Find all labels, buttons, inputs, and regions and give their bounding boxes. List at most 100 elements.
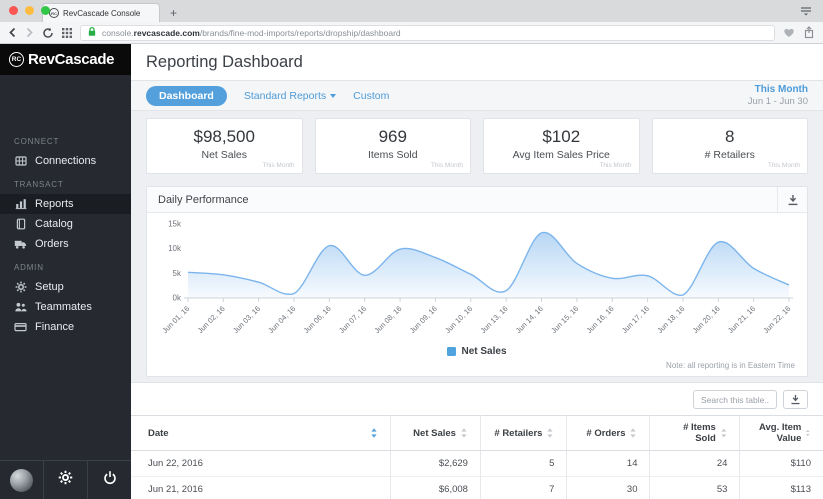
sort-icon[interactable] xyxy=(629,428,637,438)
sidebar-item-setup[interactable]: Setup xyxy=(0,277,131,297)
table-icon xyxy=(14,155,27,167)
svg-text:Jun 08, 16: Jun 08, 16 xyxy=(372,304,403,335)
svg-text:Jun 04, 16: Jun 04, 16 xyxy=(266,304,297,335)
column-header-orders[interactable]: # Orders xyxy=(566,415,651,451)
svg-text:Jun 01, 16: Jun 01, 16 xyxy=(160,304,191,335)
table-controls xyxy=(131,383,823,415)
heart-icon[interactable] xyxy=(783,27,795,38)
sidebar: RC RevCascade CONNECT Connections TRANSA… xyxy=(0,44,131,499)
reload-icon[interactable] xyxy=(42,27,54,39)
table-download-button[interactable] xyxy=(783,390,808,409)
chart-note: Note: all reporting is in Eastern Time xyxy=(666,361,795,370)
cogs-icon xyxy=(14,281,27,293)
share-icon[interactable] xyxy=(803,26,815,39)
bar-chart-icon xyxy=(14,198,27,210)
stat-period: This Month xyxy=(430,162,463,169)
table-row[interactable]: Jun 22, 2016 $2,629 5 14 24 $110 xyxy=(131,450,823,477)
stat-label: Net Sales xyxy=(201,149,248,161)
sidebar-item-connections[interactable]: Connections xyxy=(0,151,131,171)
tab-standard-reports[interactable]: Standard Reports xyxy=(244,90,337,102)
stat-period: This Month xyxy=(262,162,295,169)
favicon-icon: RC xyxy=(49,8,59,18)
period-selector[interactable]: This Month Jun 1 - Jun 30 xyxy=(748,83,808,108)
sidebar-item-reports[interactable]: Reports xyxy=(0,194,131,214)
svg-text:5k: 5k xyxy=(173,269,181,278)
stat-card-items-sold: 969 Items Sold This Month xyxy=(314,118,471,174)
sidebar-item-orders[interactable]: Orders xyxy=(0,234,131,254)
tab-list-icon[interactable] xyxy=(799,5,813,17)
daily-performance-panel: Daily Performance 0k 5k 10k 15k Jun 01, 16 J… xyxy=(146,186,808,377)
period-label: This Month xyxy=(754,83,808,95)
grid-icon[interactable] xyxy=(62,27,72,38)
book-icon xyxy=(14,218,27,230)
table-header-row: Date Net Sales # Retailers # Orders # It… xyxy=(131,415,823,451)
credit-card-icon xyxy=(14,321,27,333)
column-header-avg-item-value[interactable]: Avg. Item Value xyxy=(739,415,823,451)
tab-custom[interactable]: Custom xyxy=(353,90,389,102)
sort-icon[interactable] xyxy=(720,428,728,438)
zoom-window-button[interactable] xyxy=(41,6,50,15)
sidebar-item-teammates[interactable]: Teammates xyxy=(0,297,131,317)
nav-section-label-connect: CONNECT xyxy=(14,137,60,146)
page-header: Reporting Dashboard xyxy=(131,44,823,81)
minimize-window-button[interactable] xyxy=(25,6,34,15)
address-field[interactable]: console.revcascade.com/brands/fine-mod-i… xyxy=(80,24,775,41)
sidebar-item-label: Setup xyxy=(35,281,64,293)
column-header-net-sales[interactable]: Net Sales xyxy=(390,415,481,451)
chart-title: Daily Performance xyxy=(158,193,249,206)
net-sales-area-chart: 0k 5k 10k 15k Jun 01, 16 Jun 02, 16 Jun 03, 1… xyxy=(147,213,807,349)
tab-dashboard[interactable]: Dashboard xyxy=(146,85,227,106)
settings-button[interactable] xyxy=(44,461,88,499)
sort-icon[interactable] xyxy=(460,428,468,438)
search-input[interactable] xyxy=(693,390,777,409)
stat-card-net-sales: $98,500 Net Sales This Month xyxy=(146,118,303,174)
svg-text:Jun 10, 16: Jun 10, 16 xyxy=(443,304,474,335)
svg-text:15k: 15k xyxy=(168,219,181,228)
sidebar-item-label: Orders xyxy=(35,238,69,250)
stat-value: $102 xyxy=(542,127,581,146)
daily-table-section: Date Net Sales # Retailers # Orders # It… xyxy=(131,382,823,499)
chart-download-button[interactable] xyxy=(777,186,807,213)
column-header-items-sold[interactable]: # Items Sold xyxy=(649,415,741,451)
stat-period: This Month xyxy=(599,162,632,169)
period-range: Jun 1 - Jun 30 xyxy=(747,95,808,107)
sort-icon[interactable] xyxy=(805,428,811,438)
sidebar-item-label: Finance xyxy=(35,321,75,333)
logo[interactable]: RC RevCascade xyxy=(0,44,131,75)
profile-button[interactable] xyxy=(0,461,44,499)
svg-text:Jun 16, 16: Jun 16, 16 xyxy=(585,304,616,335)
svg-text:Jun 02, 16: Jun 02, 16 xyxy=(196,304,227,335)
column-header-retailers[interactable]: # Retailers xyxy=(480,415,568,451)
legend-swatch xyxy=(447,347,457,356)
stat-value: 969 xyxy=(378,127,407,146)
svg-text:Jun 14, 16: Jun 14, 16 xyxy=(514,304,545,335)
chart-header: Daily Performance xyxy=(147,186,807,213)
column-header-date[interactable]: Date xyxy=(131,415,391,451)
nav-section-label-admin: ADMIN xyxy=(14,263,44,272)
logout-button[interactable] xyxy=(88,461,131,499)
browser-chrome: RC RevCascade Console + console.revcasca… xyxy=(0,0,823,44)
stat-period: This Month xyxy=(767,162,800,169)
sidebar-item-catalog[interactable]: Catalog xyxy=(0,214,131,234)
table-row[interactable]: Jun 21, 2016 $6,008 7 30 53 $113 xyxy=(131,476,823,499)
browser-tab[interactable]: RC RevCascade Console xyxy=(42,3,160,22)
sidebar-item-label: Catalog xyxy=(35,218,73,230)
svg-text:0k: 0k xyxy=(173,293,181,302)
close-window-button[interactable] xyxy=(9,6,18,15)
svg-text:Jun 21, 16: Jun 21, 16 xyxy=(726,304,757,335)
tab-bar: RC RevCascade Console + xyxy=(0,0,823,22)
sidebar-item-finance[interactable]: Finance xyxy=(0,317,131,337)
sidebar-nav: CONNECT Connections TRANSACT Reports Cat… xyxy=(0,75,131,337)
new-tab-button[interactable]: + xyxy=(170,6,177,22)
sort-icon[interactable] xyxy=(370,428,378,438)
caret-down-icon xyxy=(330,93,337,98)
window-controls xyxy=(9,6,50,15)
forward-icon[interactable] xyxy=(25,27,34,38)
back-icon[interactable] xyxy=(8,27,17,38)
stat-card-retailers: 8 # Retailers This Month xyxy=(651,118,808,174)
sidebar-dock xyxy=(0,460,131,499)
legend-label: Net Sales xyxy=(461,346,507,357)
stat-label: # Retailers xyxy=(704,149,755,161)
svg-text:Jun 03, 16: Jun 03, 16 xyxy=(231,304,262,335)
sort-icon[interactable] xyxy=(546,428,554,438)
